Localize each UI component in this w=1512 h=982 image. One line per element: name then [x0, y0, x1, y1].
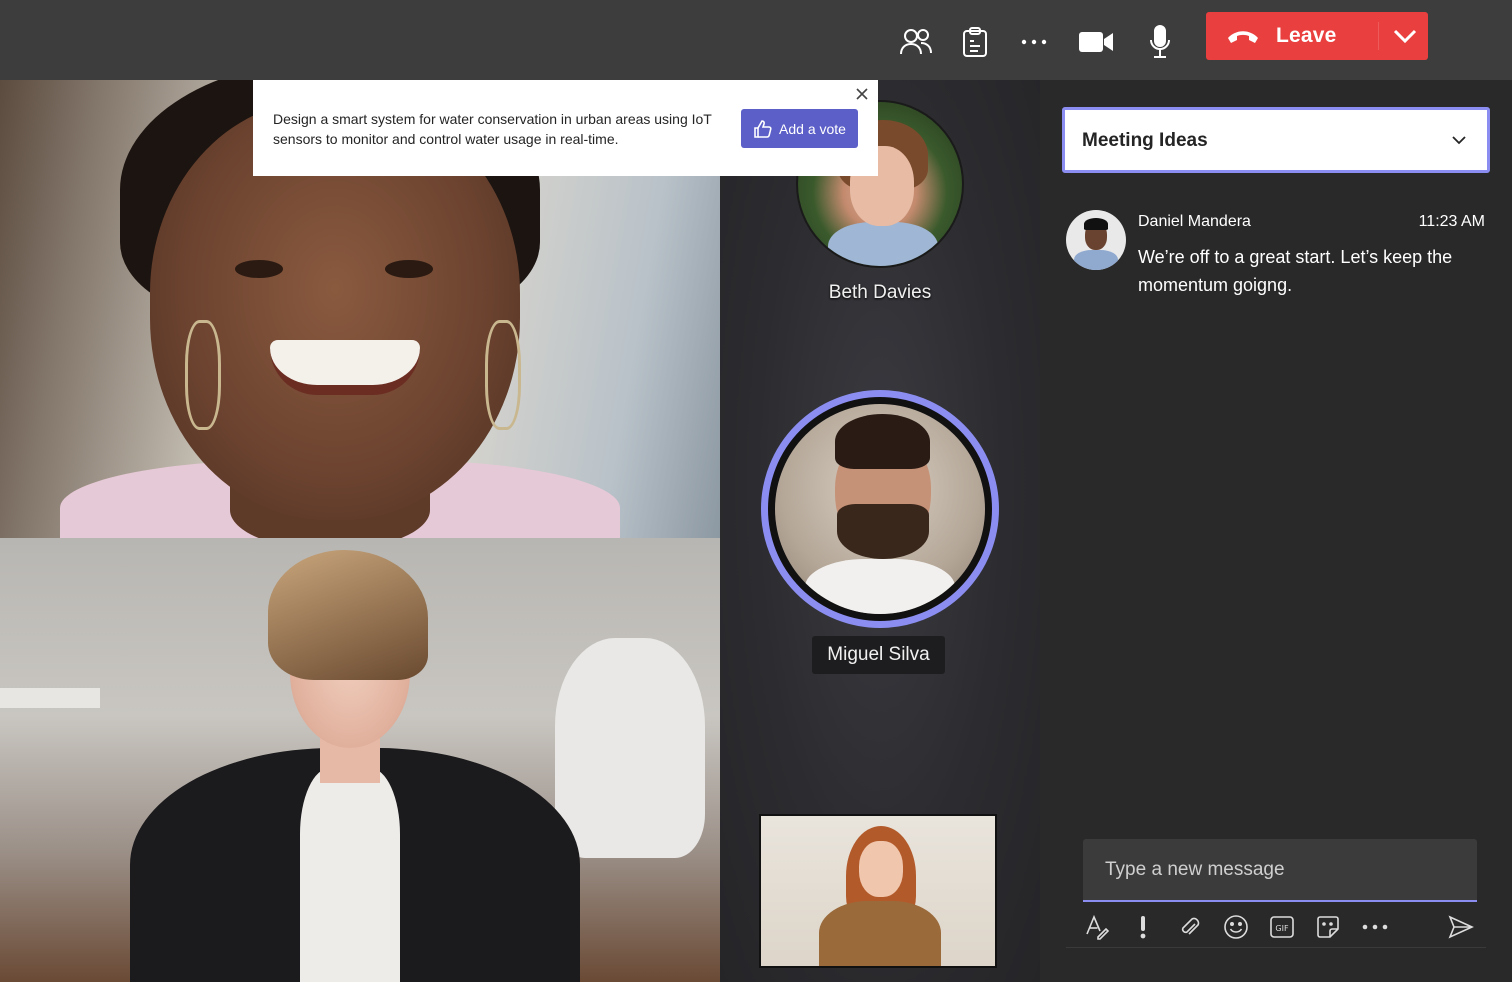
video-figure [268, 550, 428, 680]
thumbs-up-icon [754, 119, 772, 138]
chevron-down-icon [1452, 136, 1466, 145]
more-icon[interactable] [1016, 22, 1052, 62]
avatar-figure [1074, 250, 1118, 270]
avatar-figure [828, 222, 938, 266]
video-figure [859, 841, 903, 897]
avatar-daniel-mandera[interactable] [1066, 210, 1126, 270]
camera-icon[interactable] [1078, 22, 1114, 62]
self-view-video[interactable] [759, 814, 997, 968]
attach-icon[interactable] [1174, 912, 1204, 942]
leave-divider [1378, 22, 1379, 50]
participant-name-beth: Beth Davies [828, 282, 932, 303]
earring [485, 320, 521, 430]
avatar-figure [835, 414, 930, 469]
chevron-down-icon[interactable] [1392, 24, 1418, 48]
video-figure [819, 901, 941, 966]
avatar-figure [837, 504, 929, 559]
message-timestamp: 11:23 AM [1418, 213, 1485, 230]
close-icon[interactable] [854, 86, 870, 102]
meeting-toolbar: Leave [0, 0, 1512, 80]
video-figure [235, 260, 283, 278]
video-figure [300, 768, 400, 982]
more-icon[interactable] [1360, 912, 1390, 942]
message-composer [1083, 839, 1477, 902]
svg-text:GIF: GIF [1275, 924, 1289, 933]
message-author: Daniel Mandera [1138, 213, 1251, 230]
dropdown-label: Meeting Ideas [1082, 130, 1208, 151]
leave-button[interactable]: Leave [1206, 12, 1428, 60]
message-body: We’re off to a great start. Let’s keep t… [1138, 247, 1453, 295]
sticker-icon[interactable] [1313, 912, 1343, 942]
participant-name-miguel: Miguel Silva [812, 636, 945, 674]
meeting-ideas-dropdown[interactable]: Meeting Ideas [1062, 107, 1490, 173]
add-vote-button[interactable]: Add a vote [741, 109, 858, 148]
background-chair [555, 638, 705, 858]
hang-up-icon [1228, 31, 1258, 43]
video-figure [385, 260, 433, 278]
idea-notification: Design a smart system for water conserva… [253, 80, 878, 176]
emoji-icon[interactable] [1221, 912, 1251, 942]
leave-label: Leave [1276, 24, 1337, 47]
video-tile-participant-2 [0, 538, 720, 982]
avatar-miguel-silva[interactable] [775, 404, 985, 614]
background-table [0, 688, 100, 708]
people-icon[interactable] [898, 22, 934, 62]
earring [185, 320, 221, 430]
mic-icon[interactable] [1142, 22, 1178, 62]
avatar-figure [1084, 218, 1108, 230]
add-vote-label: Add a vote [779, 120, 846, 137]
message-input[interactable] [1083, 839, 1477, 900]
video-figure [270, 340, 420, 395]
idea-text: Design a smart system for water conserva… [273, 111, 712, 147]
gif-icon[interactable]: GIF [1267, 912, 1297, 942]
avatar-figure [805, 559, 955, 614]
send-icon[interactable] [1446, 912, 1476, 942]
format-icon[interactable] [1082, 912, 1112, 942]
important-icon[interactable] [1128, 912, 1158, 942]
composer-toolbar: GIF [1066, 906, 1486, 948]
clipboard-icon[interactable] [957, 22, 993, 62]
